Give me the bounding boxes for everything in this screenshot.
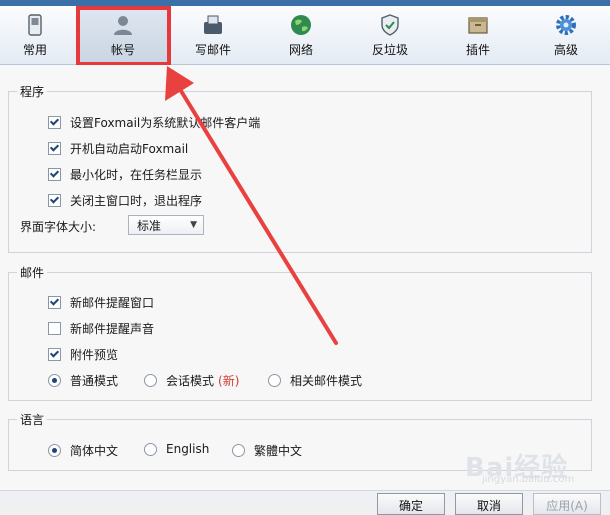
checkbox-default-client[interactable]: 设置Foxmail为系统默认邮件客户端 [48, 114, 260, 131]
checkbox[interactable] [48, 168, 61, 181]
radio-label: 相关邮件模式 [290, 374, 363, 388]
checkbox-label: 附件预览 [70, 348, 119, 362]
chevron-down-icon: ▼ [190, 220, 197, 230]
checkbox-autostart[interactable]: 开机自动启动Foxmail [48, 140, 188, 157]
checkbox[interactable] [48, 296, 61, 309]
watermark-url: jingyan.baidu.com [482, 474, 575, 485]
tab-advanced[interactable]: 高级 [535, 6, 597, 64]
radio-label: 繁體中文 [254, 444, 303, 458]
new-badge: (新) [218, 374, 240, 388]
radio[interactable] [48, 444, 61, 457]
highlight-box [76, 6, 171, 66]
radio[interactable] [144, 442, 157, 456]
tab-label: 常用 [22, 43, 47, 57]
tab-label: 写邮件 [194, 43, 231, 57]
checkbox-close-exit[interactable]: 关闭主窗口时，退出程序 [48, 192, 202, 209]
checkbox-minimize-taskbar[interactable]: 最小化时，在任务栏显示 [48, 166, 202, 183]
radio-traditional-chinese[interactable]: 繁體中文 [232, 442, 302, 459]
checkbox[interactable] [48, 322, 61, 335]
tab-label: 反垃圾 [371, 43, 408, 57]
radio[interactable] [48, 374, 61, 387]
checkbox-new-mail-popup[interactable]: 新邮件提醒窗口 [48, 294, 154, 311]
shield-icon [381, 14, 399, 36]
radio-label: 简体中文 [70, 444, 119, 458]
radio-label: 普通模式 [70, 374, 119, 388]
font-size-value: 标准 [137, 218, 162, 233]
font-size-select[interactable]: 标准 ▼ [128, 215, 204, 235]
tab-label: 高级 [553, 43, 578, 57]
checkbox-label: 开机自动启动Foxmail [70, 142, 189, 156]
checkbox-new-mail-sound[interactable]: 新邮件提醒声音 [48, 320, 154, 337]
tab-label: 网络 [288, 43, 313, 57]
font-size-label: 界面字体大小: [20, 220, 97, 234]
checkbox-attachment-preview[interactable]: 附件预览 [48, 346, 118, 363]
tab-antispam[interactable]: 反垃圾 [355, 6, 425, 64]
apply-button[interactable]: 应用(A) [533, 493, 601, 515]
cancel-button[interactable]: 取消 [455, 493, 523, 515]
radio-english[interactable]: English [144, 442, 209, 456]
radio[interactable] [144, 374, 157, 387]
tab-compose[interactable]: 写邮件 [180, 6, 246, 64]
radio-simplified-chinese[interactable]: 简体中文 [48, 442, 118, 459]
checkbox-label: 新邮件提醒声音 [70, 322, 155, 336]
box-icon [468, 17, 488, 34]
settings-panel: 程序 设置Foxmail为系统默认邮件客户端 开机自动启动Foxmail 最小化… [0, 65, 610, 490]
checkbox-label: 设置Foxmail为系统默认邮件客户端 [70, 116, 261, 130]
checkbox[interactable] [48, 116, 61, 129]
checkbox-label: 关闭主窗口时，退出程序 [70, 194, 203, 208]
checkbox[interactable] [48, 348, 61, 361]
checkbox-label: 新邮件提醒窗口 [70, 296, 155, 310]
ok-button[interactable]: 确定 [377, 493, 445, 515]
language-legend: 语言 [20, 413, 45, 427]
tab-general[interactable]: 常用 [0, 6, 70, 64]
phone-icon [28, 14, 42, 36]
checkbox[interactable] [48, 194, 61, 207]
tab-network[interactable]: 网络 [270, 6, 332, 64]
radio-related-mode[interactable]: 相关邮件模式 [268, 372, 362, 389]
program-legend: 程序 [20, 85, 45, 99]
tab-label: 插件 [465, 43, 490, 57]
tab-plugins[interactable]: 插件 [447, 6, 509, 64]
checkbox[interactable] [48, 142, 61, 155]
mail-legend: 邮件 [20, 266, 45, 280]
checkbox-label: 最小化时，在任务栏显示 [70, 168, 203, 182]
globe-icon [291, 15, 311, 35]
radio[interactable] [268, 374, 281, 387]
radio-label: 会话模式 [166, 374, 215, 388]
compose-icon [204, 15, 222, 34]
radio-conversation-mode[interactable]: 会话模式 (新) [144, 372, 239, 389]
radio-label: English [166, 442, 210, 456]
radio-normal-mode[interactable]: 普通模式 [48, 372, 118, 389]
gear-icon [556, 15, 576, 35]
radio[interactable] [232, 444, 245, 457]
